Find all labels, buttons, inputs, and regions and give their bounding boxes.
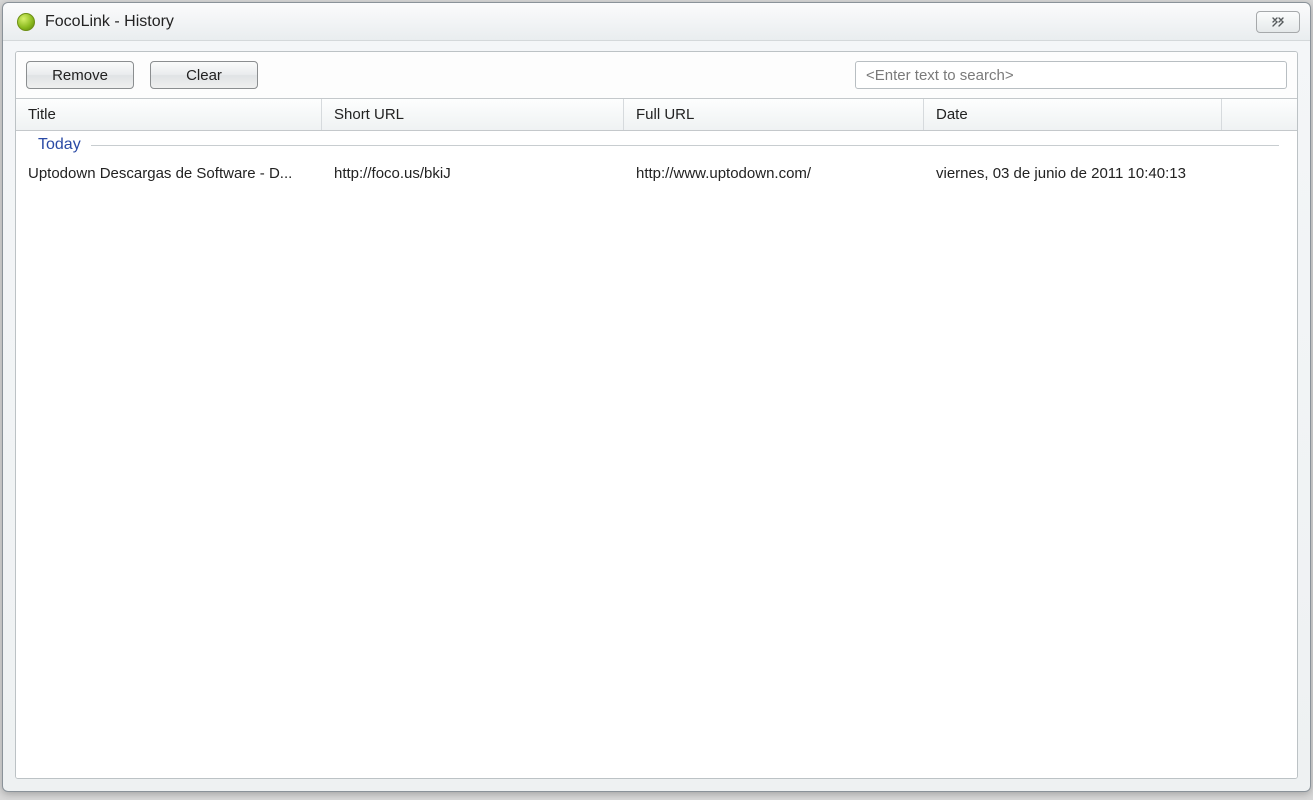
client-area: Remove Clear Title Short URL Full URL Da… [15,51,1298,779]
cell-short-url: http://foco.us/bkiJ [322,165,624,182]
cell-date: viernes, 03 de junio de 2011 10:40:13 [924,165,1222,182]
cell-full-url: http://www.uptodown.com/ [624,165,924,182]
history-grid: Title Short URL Full URL Date Today Upto… [16,98,1297,778]
group-label: Today [38,136,91,154]
column-header-full-url[interactable]: Full URL [624,99,924,130]
search-input[interactable] [855,61,1287,89]
column-header-date[interactable]: Date [924,99,1222,130]
clear-button[interactable]: Clear [150,61,258,89]
titlebar[interactable]: FocoLink - History [3,3,1310,41]
column-header-extra[interactable] [1222,99,1297,130]
group-line [91,145,1279,146]
group-header[interactable]: Today [16,131,1297,159]
window-title: FocoLink - History [45,13,174,31]
close-icon [1271,17,1285,27]
grid-body[interactable]: Today Uptodown Descargas de Software - D… [16,131,1297,778]
remove-button[interactable]: Remove [26,61,134,89]
app-icon [17,13,35,31]
cell-title: Uptodown Descargas de Software - D... [16,165,322,182]
toolbar: Remove Clear [16,52,1297,98]
table-row[interactable]: Uptodown Descargas de Software - D... ht… [16,159,1297,187]
column-header-title[interactable]: Title [16,99,322,130]
column-headers: Title Short URL Full URL Date [16,99,1297,131]
close-button[interactable] [1256,11,1300,33]
column-header-short-url[interactable]: Short URL [322,99,624,130]
app-window: FocoLink - History Remove Clear Title Sh… [2,2,1311,792]
